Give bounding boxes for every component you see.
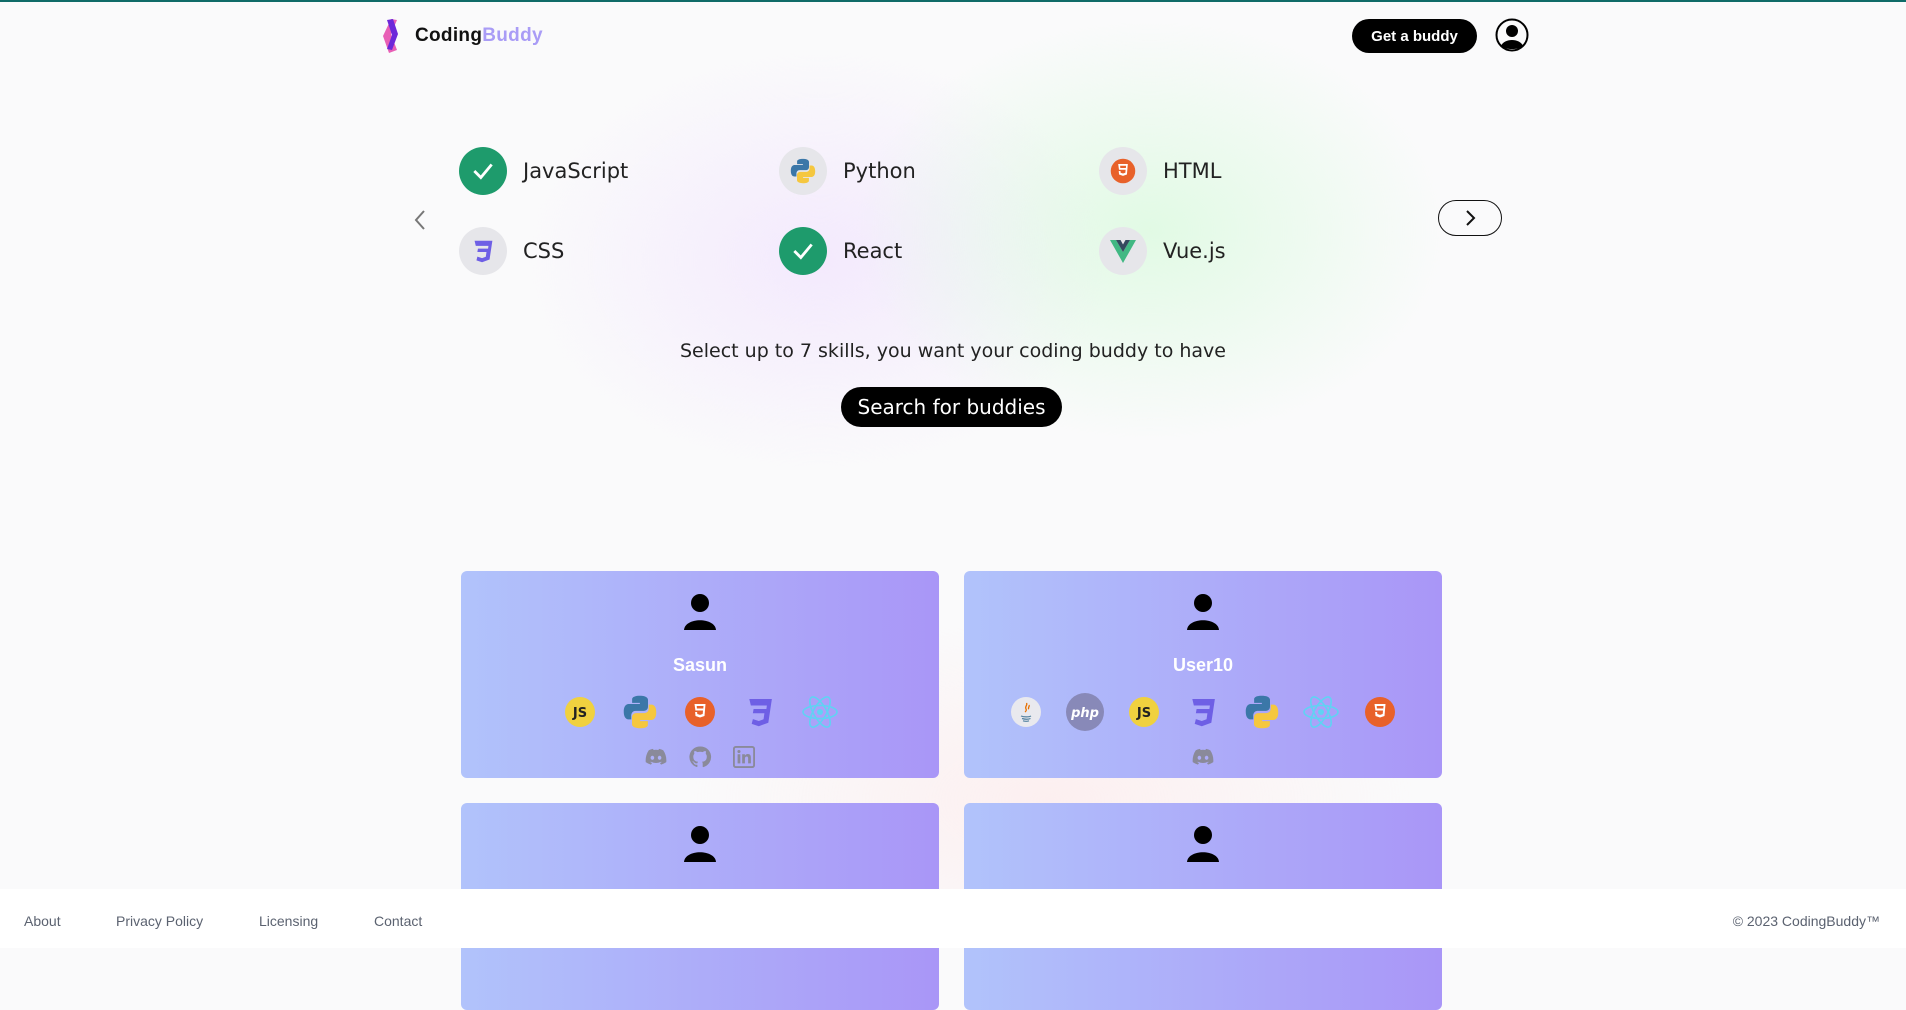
react-icon [799,691,841,733]
buddy-card[interactable]: Sasun JS [461,571,939,778]
skill-label: Python [843,159,916,183]
html5-icon [679,691,721,733]
avatar-icon [684,594,716,630]
linkedin-icon[interactable] [731,744,757,770]
svg-text:JS: JS [1136,706,1151,721]
footer-link-privacy-policy[interactable]: Privacy Policy [116,913,203,929]
checkmark-icon [459,147,507,195]
python-icon [619,691,661,733]
css3-icon [1182,691,1224,733]
react-icon [1300,691,1342,733]
buddy-card[interactable]: User10 php JS [964,571,1442,778]
discord-icon[interactable] [1190,744,1216,770]
skill-label: Vue.js [1163,239,1226,263]
skill-label: HTML [1163,159,1222,183]
footer-link-about[interactable]: About [24,913,61,929]
chevron-left-icon[interactable] [410,205,430,235]
php-icon: php [1064,691,1106,733]
buddy-username: User10 [1172,655,1234,675]
javascript-icon: JS [1123,691,1165,733]
skill-option-vue[interactable]: Vue.js [1099,227,1226,275]
github-icon[interactable] [687,744,713,770]
discord-icon[interactable] [643,744,669,770]
css3-icon [739,691,781,733]
get-a-buddy-button[interactable]: Get a buddy [1352,19,1477,53]
buddy-username: Sasun [672,655,728,675]
skill-option-html[interactable]: HTML [1099,147,1221,195]
html5-icon [1099,147,1147,195]
brand-name: CodingBuddy [415,25,543,46]
copyright-text: © 2023 CodingBuddy™ [1732,913,1880,929]
skill-label: CSS [523,239,565,263]
skill-option-javascript[interactable]: JavaScript [459,147,628,195]
skill-option-react[interactable]: React [779,227,902,275]
python-icon [1241,691,1283,733]
python-icon [779,147,827,195]
skill-option-python[interactable]: Python [779,147,916,195]
skill-option-css[interactable]: CSS [459,227,564,275]
chevron-right-icon[interactable] [1438,200,1502,236]
brand-logo[interactable]: CodingBuddy [377,16,543,56]
avatar-icon [1187,826,1219,862]
vue-icon [1099,227,1147,275]
checkmark-icon [779,227,827,275]
search-for-buddies-button[interactable]: Search for buddies [841,387,1062,427]
css3-icon [459,227,507,275]
top-accent-line [0,0,1906,2]
skill-label: React [843,239,903,263]
avatar-icon [1187,594,1219,630]
javascript-icon: JS [559,691,601,733]
svg-text:JS: JS [572,706,587,721]
user-circle-icon[interactable] [1495,18,1529,52]
footer-link-contact[interactable]: Contact [374,913,422,929]
avatar-icon [684,826,716,862]
skill-label: JavaScript [523,159,629,183]
svg-text:php: php [1070,706,1099,721]
footer: About Privacy Policy Licensing Contact ©… [0,889,1906,948]
html5-icon [1359,691,1401,733]
skills-hint-text: Select up to 7 skills, you want your cod… [680,340,1226,362]
footer-link-licensing[interactable]: Licensing [259,913,318,929]
java-icon [1005,691,1047,733]
brand-logo-icon [383,19,398,53]
